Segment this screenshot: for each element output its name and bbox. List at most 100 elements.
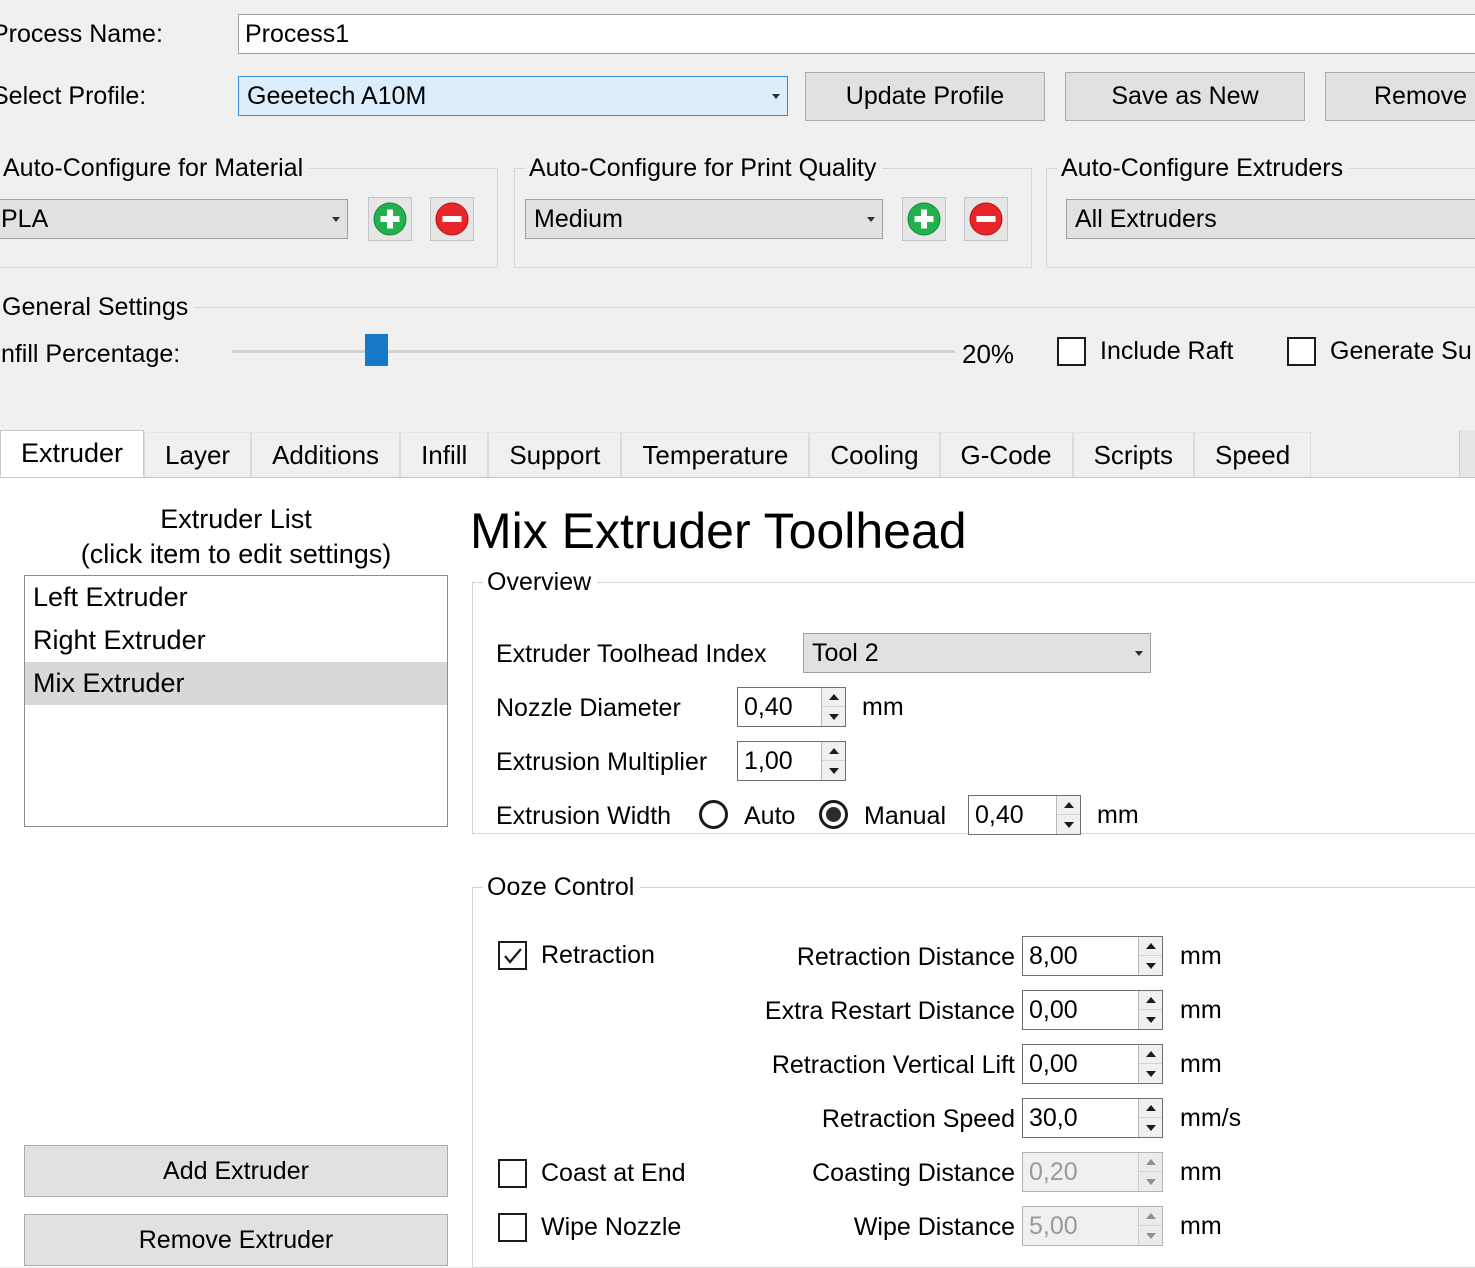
extrusion-multiplier-label: Extrusion Multiplier [496, 748, 708, 776]
tab-g-code[interactable]: G-Code [939, 432, 1073, 477]
spinner-down-button[interactable] [822, 761, 845, 780]
tab-scroll-area[interactable] [1459, 430, 1475, 477]
spinner-up-button[interactable] [1057, 796, 1080, 815]
spinner-arrows[interactable] [1138, 937, 1162, 975]
add-material-button[interactable] [368, 197, 412, 241]
generate-support-checkbox[interactable] [1287, 337, 1316, 366]
extrusion-width-manual-radio[interactable] [819, 800, 848, 829]
print-quality-value: Medium [534, 205, 623, 233]
triangle-down-icon [1145, 962, 1156, 969]
wipe-nozzle-checkbox[interactable] [498, 1213, 527, 1242]
spinner-up-button[interactable] [1139, 1045, 1162, 1064]
tab-layer[interactable]: Layer [144, 432, 252, 477]
wipe-nozzle-checkbox-row[interactable]: Wipe Nozzle [498, 1213, 681, 1242]
list-item[interactable]: Mix Extruder [25, 662, 447, 705]
list-item[interactable]: Right Extruder [25, 619, 447, 662]
spinner-up-button[interactable] [822, 688, 845, 707]
extrusion-width-spinner[interactable]: 0,40 [968, 795, 1081, 835]
triangle-up-icon [1145, 997, 1156, 1003]
infill-slider[interactable] [232, 334, 955, 366]
list-item[interactable]: Left Extruder [25, 576, 447, 619]
remove-quality-button[interactable] [964, 197, 1008, 241]
triangle-up-icon [1145, 1105, 1156, 1111]
remove-profile-button[interactable]: Remove [1325, 72, 1475, 121]
spinner-arrows[interactable] [821, 742, 845, 780]
triangle-down-icon [828, 713, 839, 720]
spinner-up-button [1139, 1207, 1162, 1226]
spinner-arrows[interactable] [1138, 1099, 1162, 1137]
settings-tab-bar[interactable]: Extruder Layer Additions Infill Support Tempe… [0, 430, 1475, 477]
triangle-up-icon [1145, 1213, 1156, 1219]
extrusion-multiplier-spinner[interactable]: 1,00 [737, 741, 846, 781]
retraction-speed-spinner[interactable]: 30,0 [1022, 1098, 1163, 1138]
spinner-arrows[interactable] [821, 688, 845, 726]
tab-label: Extruder [21, 438, 124, 468]
generate-support-checkbox-row[interactable]: Generate Su [1287, 337, 1472, 366]
spinner-down-button[interactable] [1139, 1010, 1162, 1029]
remove-material-button[interactable] [430, 197, 474, 241]
tab-additions[interactable]: Additions [251, 432, 401, 477]
add-extruder-button[interactable]: Add Extruder [24, 1145, 448, 1197]
wipe-distance-value: 5,00 [1029, 1212, 1078, 1240]
spinner-down-button[interactable] [1139, 1118, 1162, 1137]
retraction-vertical-lift-label: Retraction Vertical Lift [771, 1051, 1015, 1079]
print-quality-dropdown[interactable]: Medium [525, 199, 883, 239]
coasting-distance-label: Coasting Distance [812, 1159, 1015, 1187]
spinner-up-button[interactable] [1139, 1099, 1162, 1118]
spinner-up-button[interactable] [822, 742, 845, 761]
retraction-distance-spinner[interactable]: 8,00 [1022, 936, 1163, 976]
include-raft-checkbox-row[interactable]: Include Raft [1057, 337, 1233, 366]
toolhead-index-value: Tool 2 [812, 639, 879, 667]
material-dropdown[interactable]: PLA [0, 199, 348, 239]
extra-restart-distance-spinner[interactable]: 0,00 [1022, 990, 1163, 1030]
update-profile-button[interactable]: Update Profile [805, 72, 1045, 121]
infill-percentage-label: Infill Percentage: [0, 340, 181, 368]
tab-speed[interactable]: Speed [1194, 432, 1312, 477]
extrusion-width-auto-radio[interactable] [699, 800, 728, 829]
spinner-up-button[interactable] [1139, 991, 1162, 1010]
spinner-down-button[interactable] [1139, 956, 1162, 975]
process-name-input[interactable]: Process1 [238, 14, 1475, 54]
triangle-down-icon [828, 767, 839, 774]
tab-extruder[interactable]: Extruder [0, 430, 145, 477]
toolhead-heading: Mix Extruder Toolhead [470, 503, 967, 559]
extrusion-width-manual-label: Manual [864, 802, 946, 830]
tab-temperature[interactable]: Temperature [621, 432, 810, 477]
coasting-distance-spinner: 0,20 [1022, 1152, 1163, 1192]
coast-at-end-checkbox-row[interactable]: Coast at End [498, 1159, 686, 1188]
tab-infill[interactable]: Infill [400, 432, 489, 477]
toolhead-index-dropdown[interactable]: Tool 2 [803, 633, 1151, 673]
check-icon [503, 947, 522, 964]
spinner-arrows[interactable] [1138, 991, 1162, 1029]
coast-at-end-checkbox[interactable] [498, 1159, 527, 1188]
add-quality-button[interactable] [902, 197, 946, 241]
extruders-dropdown[interactable]: All Extruders [1066, 199, 1475, 239]
select-profile-dropdown[interactable]: Geeetech A10M [238, 76, 788, 116]
spinner-arrows[interactable] [1056, 796, 1080, 834]
spinner-down-button[interactable] [1139, 1064, 1162, 1083]
save-as-new-button[interactable]: Save as New [1065, 72, 1305, 121]
spinner-down-button [1139, 1172, 1162, 1191]
tab-cooling[interactable]: Cooling [809, 432, 940, 477]
minus-circle-icon [969, 202, 1003, 236]
spinner-up-button[interactable] [1139, 937, 1162, 956]
tab-label: G-Code [960, 439, 1052, 470]
tab-scripts[interactable]: Scripts [1072, 432, 1195, 477]
retraction-vertical-lift-spinner[interactable]: 0,00 [1022, 1044, 1163, 1084]
remove-extruder-button[interactable]: Remove Extruder [24, 1214, 448, 1266]
triangle-up-icon [1145, 1051, 1156, 1057]
general-settings-title: General Settings [0, 291, 195, 323]
nozzle-diameter-spinner[interactable]: 0,40 [737, 687, 846, 727]
tab-support[interactable]: Support [488, 432, 622, 477]
select-profile-label: Select Profile: [0, 82, 147, 110]
spinner-arrows[interactable] [1138, 1045, 1162, 1083]
include-raft-label: Include Raft [1100, 337, 1234, 365]
retraction-checkbox-row[interactable]: Retraction [498, 941, 655, 970]
spinner-down-button[interactable] [822, 707, 845, 726]
extruder-listbox[interactable]: Left Extruder Right Extruder Mix Extruder [24, 575, 448, 827]
spinner-down-button[interactable] [1057, 815, 1080, 834]
retraction-speed-value: 30,0 [1029, 1104, 1078, 1132]
retraction-checkbox[interactable] [498, 941, 527, 970]
include-raft-checkbox[interactable] [1057, 337, 1086, 366]
infill-slider-handle[interactable] [365, 334, 389, 366]
